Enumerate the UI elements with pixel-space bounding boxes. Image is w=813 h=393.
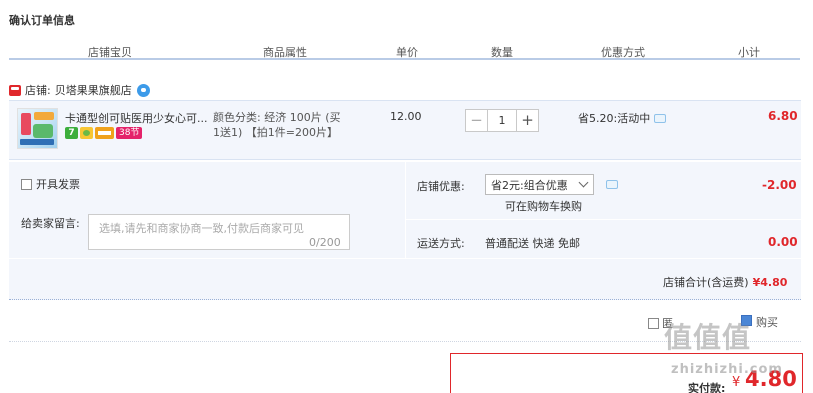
- exchange-in-cart-link[interactable]: 可在购物车换购: [505, 198, 582, 214]
- product-attributes: 颜色分类: 经济 100片 (买 1送1) 【拍1件=200片】: [213, 110, 363, 140]
- divider: [9, 258, 801, 259]
- message-icon[interactable]: [606, 180, 618, 189]
- seller-message-placeholder: 选填,请先和商家协商一致,付款后商家可见: [99, 222, 304, 235]
- actual-payment-label: 实付款:: [688, 382, 726, 393]
- watermark-logo: 值值值: [664, 321, 752, 354]
- attr-line: 1送1) 【拍1件=200片】: [213, 126, 338, 139]
- decrease-quantity-button[interactable]: −: [465, 109, 488, 132]
- message-icon[interactable]: [654, 113, 667, 123]
- currency-symbol: ¥: [732, 375, 741, 390]
- shop-row: 店铺: 贝塔果果旗舰店: [9, 82, 150, 98]
- secondary-option-label: 购买: [756, 316, 778, 329]
- item-discount: 省5.20:活动中: [578, 110, 667, 126]
- shipping-method-value: 普通配送 快递 免邮: [485, 237, 580, 250]
- shop-discount-selected: 省2元:组合优惠: [491, 178, 568, 192]
- invoice-checkbox[interactable]: [21, 178, 32, 190]
- attr-line: 颜色分类: 经济 100片 (买: [213, 111, 341, 124]
- shop-total-value: ¥4.80: [752, 276, 788, 289]
- item-discount-text: 省5.20:活动中: [578, 112, 651, 125]
- divider: [405, 219, 801, 220]
- shop-total-label: 店铺合计(含运费): [663, 276, 749, 289]
- page-title: 确认订单信息: [9, 14, 75, 27]
- tmall-shop-icon: [9, 84, 21, 96]
- shop-label: 店铺:: [25, 84, 51, 97]
- shop-discount-amount: -2.00: [762, 178, 797, 192]
- wangwang-chat-icon[interactable]: [136, 83, 150, 97]
- quantity-input[interactable]: 1: [488, 109, 516, 132]
- thumbnail-detail: [33, 124, 53, 138]
- watermark-url: zhizhizhi.com: [671, 362, 783, 377]
- seller-message-label: 给卖家留言:: [21, 217, 80, 230]
- shop-discount-select[interactable]: 省2元:组合优惠: [485, 174, 594, 195]
- quantity-stepper: − 1 +: [465, 109, 539, 132]
- anonymous-purchase-checkbox[interactable]: [648, 317, 659, 329]
- quality-guarantee-icon: [80, 127, 93, 139]
- increase-quantity-button[interactable]: +: [516, 109, 539, 132]
- seven-day-return-icon: 7: [65, 127, 78, 139]
- product-title-link[interactable]: 卡通型创可贴医用少女心可...: [65, 110, 213, 126]
- promo-38-badge: 38节: [116, 127, 143, 139]
- shipping-price: 0.00: [768, 235, 798, 249]
- invoice-label: 开具发票: [36, 178, 80, 191]
- shop-name-link[interactable]: 贝塔果果旗舰店: [55, 82, 132, 98]
- item-subtotal: 6.80: [768, 109, 798, 123]
- chevron-down-icon: [578, 177, 589, 188]
- message-char-count: 0/200: [309, 236, 341, 249]
- thumbnail-detail: [21, 113, 31, 135]
- thumbnail-detail: [20, 139, 54, 145]
- credit-card-icon: [95, 127, 114, 139]
- unit-price: 12.00: [390, 110, 422, 123]
- service-badges: 7 38节: [65, 127, 144, 139]
- shipping-method-label: 运送方式:: [417, 237, 465, 250]
- invoice-option[interactable]: 开具发票: [21, 176, 80, 192]
- header-divider: [9, 58, 800, 60]
- shop-total: 店铺合计(含运费) ¥4.80: [663, 274, 787, 290]
- thumbnail-detail: [34, 112, 54, 120]
- shop-discount-label: 店铺优惠:: [417, 180, 465, 193]
- divider: [405, 162, 406, 258]
